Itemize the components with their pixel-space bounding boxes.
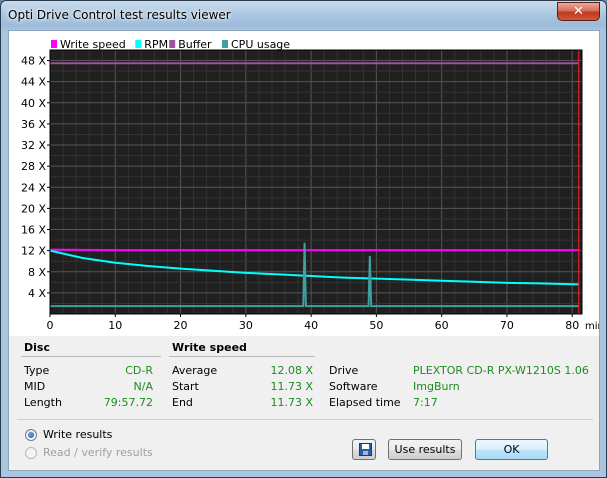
save-button[interactable] [352, 439, 376, 460]
disc-length-value: 79:57.72 [103, 396, 153, 409]
y-tick-label: 24 X [21, 181, 46, 194]
software-value: ImgBurn [413, 380, 460, 393]
title-bar[interactable]: Opti Drive Control test results viewer ✕ [1, 1, 606, 30]
disc-type-value: CD-R [125, 364, 153, 377]
disc-divider [21, 356, 161, 357]
y-tick-label: 44 X [21, 76, 46, 89]
write-results-label[interactable]: Write results [43, 428, 112, 441]
start-speed-label: Start [172, 380, 199, 393]
software-label: Software [329, 380, 378, 393]
speed-chart: Write speed RPM Buffer CPU usage 4 X 8 X 12 X 1… [9, 31, 599, 336]
write-speed-heading: Write speed [172, 341, 247, 354]
disc-mid-value: N/A [133, 380, 153, 393]
x-tick-label: 20 [174, 319, 188, 332]
plot-area [50, 50, 582, 314]
ok-button[interactable]: OK [475, 439, 548, 460]
y-tick-label: 4 X [28, 287, 46, 300]
avg-speed-value: 12.08 X [270, 364, 313, 377]
drive-label: Drive [329, 364, 359, 377]
end-speed-label: End [172, 396, 193, 409]
start-speed-value: 11.73 X [270, 380, 313, 393]
disc-length-label: Length [24, 396, 62, 409]
write-results-radio[interactable] [25, 429, 37, 441]
y-tick-label: 12 X [21, 245, 46, 258]
series-line-write-speed [49, 248, 579, 252]
x-tick-label: 70 [500, 319, 514, 332]
y-tick-label: 40 X [21, 97, 46, 110]
x-tick-label: 0 [47, 319, 54, 332]
x-tick-label: 40 [304, 319, 318, 332]
y-tick-label: 16 X [21, 224, 46, 237]
write-speed-divider [169, 356, 315, 357]
legend-swatch-0 [51, 40, 57, 48]
speed-chart-svg: Write speed RPM Buffer CPU usage 4 X 8 X 12 X 1… [21, 38, 599, 332]
use-results-button[interactable]: Use results [388, 439, 462, 460]
client-area: Write speed RPM Buffer CPU usage 4 X 8 X 12 X 1… [8, 30, 600, 471]
x-axis-unit: min [585, 321, 599, 332]
legend-label-2: Buffer [178, 38, 212, 51]
legend-label-1: RPM [144, 38, 168, 51]
drive-value: PLEXTOR CD-R PX-W1210S 1.06 [413, 364, 589, 377]
legend-swatch-1 [135, 40, 142, 48]
y-tick-label: 20 X [21, 202, 46, 215]
y-tick-label: 32 X [21, 139, 46, 152]
disc-type-label: Type [24, 364, 50, 377]
disc-mid-label: MID [24, 380, 46, 393]
disc-heading: Disc [24, 341, 50, 354]
avg-speed-label: Average [172, 364, 218, 377]
x-tick-label: 50 [369, 319, 383, 332]
legend-label-3: CPU usage [231, 38, 290, 51]
read-verify-results-radio [25, 447, 37, 459]
legend-label-0: Write speed [60, 38, 126, 51]
end-speed-value: 11.73 X [270, 396, 313, 409]
floppy-disk-icon [359, 443, 372, 456]
footer-divider [17, 419, 593, 420]
y-tick-label: 48 X [21, 55, 46, 68]
y-tick-label: 36 X [21, 118, 46, 131]
window-title: Opti Drive Control test results viewer [8, 8, 231, 22]
x-tick-label: 80 [565, 319, 579, 332]
x-tick-label: 30 [239, 319, 253, 332]
elapsed-time-label: Elapsed time [329, 396, 401, 409]
close-button[interactable]: ✕ [557, 2, 600, 21]
x-tick-label: 10 [108, 319, 122, 332]
x-tick-label: 60 [435, 319, 449, 332]
legend-swatch-2 [169, 40, 176, 48]
read-verify-results-label: Read / verify results [43, 446, 153, 459]
legend-swatch-3 [222, 40, 228, 48]
y-tick-label: 28 X [21, 160, 46, 173]
elapsed-time-value: 7:17 [413, 396, 438, 409]
app-window: Opti Drive Control test results viewer ✕… [0, 0, 607, 478]
y-tick-label: 8 X [28, 266, 46, 279]
